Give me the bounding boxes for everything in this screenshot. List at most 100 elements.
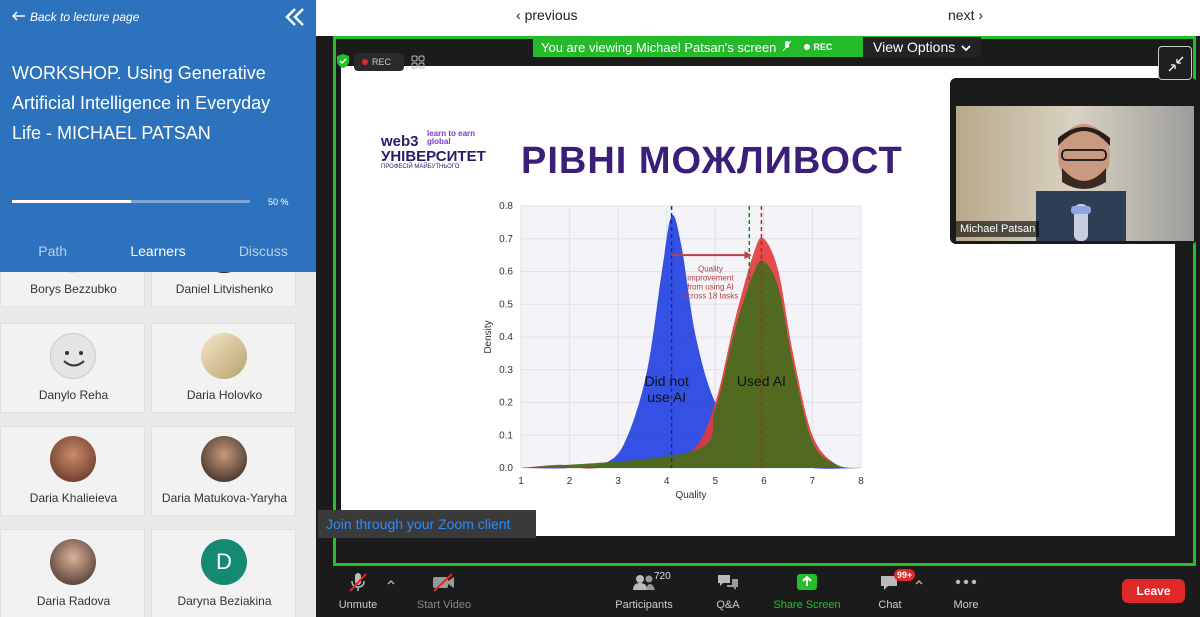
exit-fullscreen-button[interactable]: [1158, 46, 1192, 80]
double-chevron-left-icon: [285, 8, 304, 26]
y-tick-label: 0.2: [499, 398, 513, 409]
participants-button[interactable]: Participants 720: [612, 566, 676, 617]
y-tick-label: 0.0: [499, 463, 513, 474]
slide-title: РІВНІ МОЖЛИВОСТ: [521, 140, 903, 182]
participants-label: Participants: [615, 599, 673, 611]
grid-view-icon[interactable]: [410, 53, 426, 71]
y-tick-label: 0.6: [499, 267, 513, 278]
more-button[interactable]: More: [946, 566, 986, 617]
presenter-video-tile[interactable]: Michael Patsan: [950, 78, 1197, 244]
viewing-banner: You are viewing Michael Patsan's screen …: [533, 37, 863, 57]
density-chart: 1 2 3 4 5 6 7 8 0.0 0.1 0.2 0.3 0.4 0.5 0.6 0.7 0.8 Quali…: [483, 201, 864, 500]
qa-button[interactable]: Q&A: [710, 566, 746, 617]
chevron-down-icon: [961, 39, 971, 55]
qa-label: Q&A: [716, 599, 740, 611]
x-tick-label: 1: [518, 476, 524, 487]
next-button[interactable]: next ›: [948, 7, 983, 23]
sidebar-header: Back to lecture page WORKSHOP. Using Gen…: [0, 0, 316, 272]
mic-muted-icon: [782, 40, 792, 55]
x-tick-label: 8: [858, 476, 864, 487]
share-screen-button[interactable]: Share Screen: [772, 566, 842, 617]
y-tick-label: 0.3: [499, 365, 513, 376]
previous-button[interactable]: ‹ previous: [516, 7, 577, 23]
banner-rec-indicator: REC: [804, 42, 832, 52]
leave-meeting-button[interactable]: Leave: [1122, 579, 1185, 603]
learner-name: Danylo Reha: [38, 388, 109, 402]
audio-options-button[interactable]: [384, 566, 398, 617]
video-off-icon: [412, 566, 476, 598]
share-screen-label: Share Screen: [773, 599, 841, 611]
avatar: [201, 436, 247, 482]
learner-card[interactable]: Daria Matukova-Yaryha: [151, 426, 296, 516]
tab-learners[interactable]: Learners: [105, 238, 210, 272]
x-tick-label: 3: [615, 476, 621, 487]
learner-name: Daria Khalieieva: [29, 491, 118, 505]
arrow-left-icon: [11, 10, 26, 24]
progress-fill: [12, 200, 131, 203]
logo-main-text-2: УНІВЕРСИТЕТ: [381, 148, 486, 165]
progress-bar: [12, 200, 250, 203]
back-link-label: Back to lecture page: [30, 10, 140, 24]
more-dots-icon: [946, 566, 986, 598]
x-tick-label: 6: [761, 476, 767, 487]
y-tick-label: 0.4: [499, 332, 513, 343]
unmute-button[interactable]: Unmute: [334, 566, 382, 617]
learner-name: Daria Matukova-Yaryha: [161, 491, 288, 505]
unmute-label: Unmute: [338, 599, 378, 611]
smiley-avatar: [50, 333, 96, 379]
y-tick-label: 0.1: [499, 430, 513, 441]
shield-check-icon[interactable]: [336, 53, 350, 69]
chat-label: Chat: [878, 599, 902, 611]
learner-name: Daryna Beziakina: [177, 594, 272, 608]
logo-tagline: learn to earn global: [427, 129, 476, 146]
learner-card[interactable]: Daria Khalieieva: [0, 426, 145, 516]
avatar: [50, 539, 96, 585]
viewing-banner-text: You are viewing Michael Patsan's screen: [541, 39, 777, 55]
learner-card[interactable]: Daria Holovko: [151, 323, 296, 413]
minimize-arrows-icon: [1168, 56, 1184, 72]
x-tick-label: 5: [713, 476, 719, 487]
x-tick-label: 7: [810, 476, 816, 487]
view-options-label: View Options: [873, 39, 956, 55]
series-label-ai: Used AI: [737, 373, 786, 389]
learner-name: Borys Bezzubko: [30, 282, 117, 296]
learner-card[interactable]: Daria Radova: [0, 529, 145, 617]
chevron-up-icon: [912, 566, 926, 598]
qa-bubbles-icon: [710, 566, 746, 598]
y-tick-label: 0.8: [499, 201, 513, 212]
banner-rec-label: REC: [813, 42, 833, 52]
presenter-name-tag: Michael Patsan: [956, 221, 1040, 237]
collapse-sidebar-button[interactable]: [284, 6, 306, 28]
join-zoom-client-link[interactable]: Join through your Zoom client: [318, 510, 536, 538]
y-tick-label: 0.5: [499, 299, 513, 310]
learner-name: Daria Holovko: [186, 388, 263, 402]
next-label: next: [948, 7, 975, 23]
x-tick-label: 4: [664, 476, 670, 487]
back-to-lecture-link[interactable]: Back to lecture page: [11, 10, 140, 24]
learner-name: Daniel Litvishenko: [175, 282, 274, 296]
main-area: ‹ previous next › You are viewing Michae…: [316, 0, 1200, 617]
progress-percent: 50 %: [268, 197, 289, 207]
rec-label: REC: [372, 57, 392, 67]
course-title: WORKSHOP. Using Generative Artificial In…: [12, 63, 271, 143]
learner-card[interactable]: D Daryna Beziakina: [151, 529, 296, 617]
zoom-toolbar: Unmute Start Video Participants 720 Q&A: [316, 566, 1200, 617]
lecture-nav: ‹ previous next ›: [316, 0, 1200, 36]
start-video-button[interactable]: Start Video: [412, 566, 476, 617]
more-label: More: [953, 599, 979, 611]
tab-discuss[interactable]: Discuss: [211, 238, 316, 272]
chat-button[interactable]: Chat 99+: [872, 566, 916, 617]
share-screen-icon: [772, 566, 842, 598]
web3-university-logo: web3 УНІВЕРСИТЕТ ПРОФЕСІЙ МАЙБУТНЬОГО le…: [381, 130, 486, 171]
chat-options-button[interactable]: [912, 566, 926, 617]
participants-count: 720: [654, 571, 671, 582]
chevron-up-icon: [384, 566, 398, 598]
mic-muted-icon: [334, 566, 382, 598]
tab-path[interactable]: Path: [0, 238, 105, 272]
avatar: [201, 333, 247, 379]
x-tick-label: 2: [567, 476, 573, 487]
course-sidebar: Back to lecture page WORKSHOP. Using Gen…: [0, 0, 316, 617]
learner-card[interactable]: Danylo Reha: [0, 323, 145, 413]
view-options-dropdown[interactable]: View Options: [863, 37, 981, 57]
recording-indicator: REC: [354, 53, 404, 71]
